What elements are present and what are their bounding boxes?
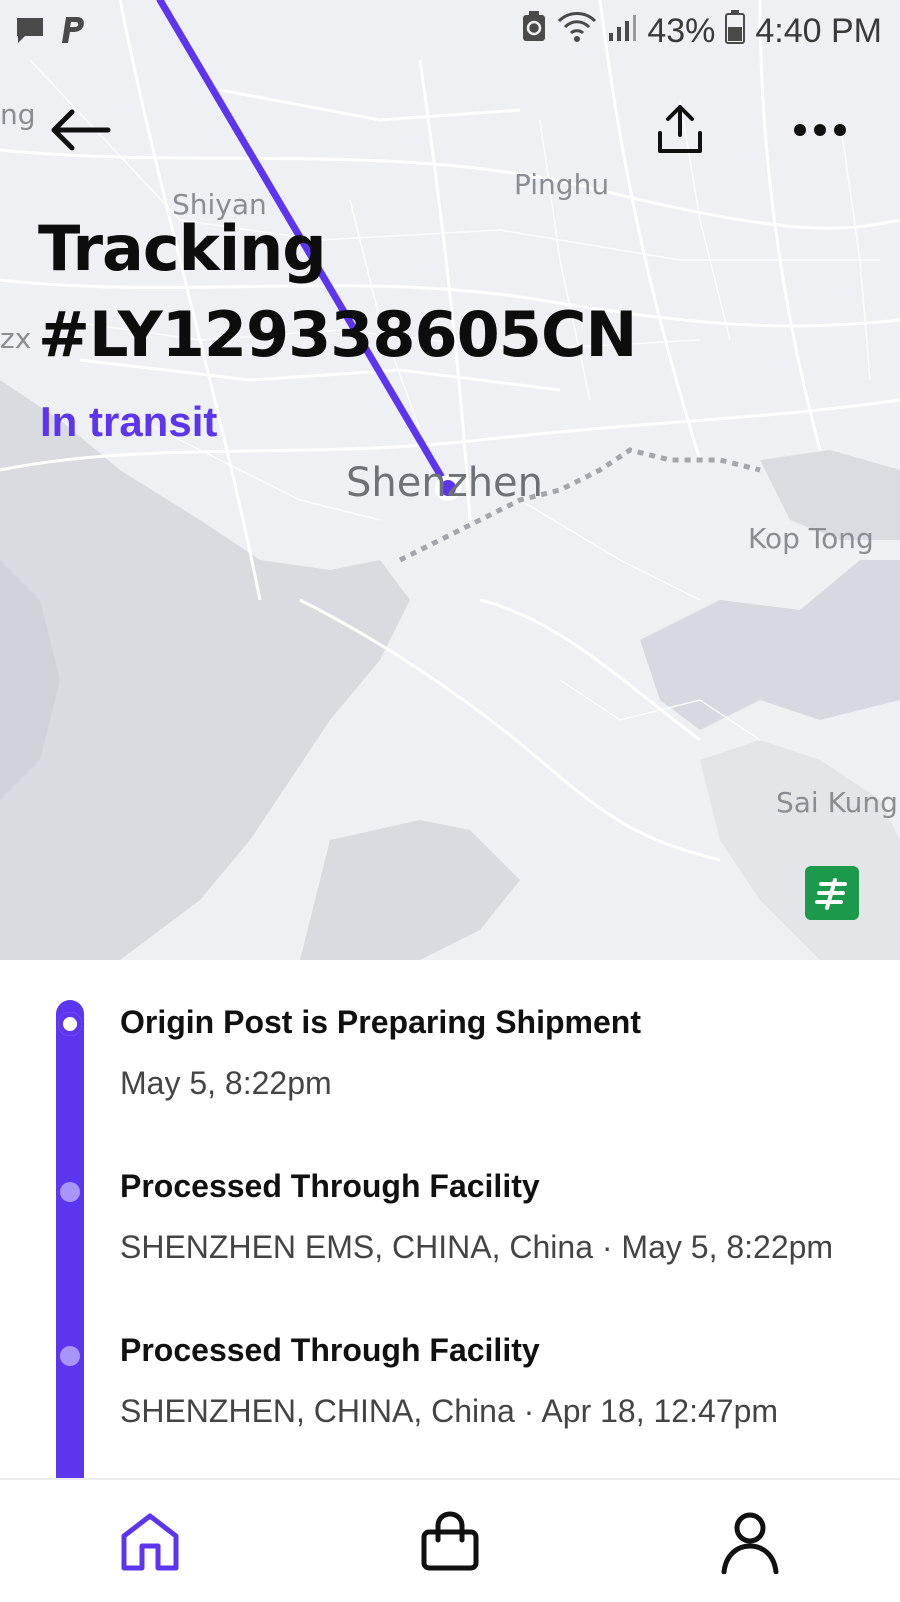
paypal-notification-icon <box>58 14 88 51</box>
map-label-kop-tong: Kop Tong <box>748 522 874 555</box>
clock-time: 4:40 PM <box>755 12 882 50</box>
battery-icon <box>725 10 746 53</box>
timeline-dot-current <box>58 1012 82 1036</box>
event-title: Origin Post is Preparing Shipment <box>120 1004 641 1040</box>
shipment-status: In transit <box>40 398 218 445</box>
more-options-button[interactable] <box>784 94 856 166</box>
signal-icon <box>607 11 637 52</box>
timeline-event: Processed Through Facility SHENZHEN, CHI… <box>120 1332 778 1430</box>
arrow-left-icon <box>51 109 111 151</box>
nav-profile-button[interactable] <box>712 1504 788 1580</box>
event-detail: May 5, 8:22pm <box>120 1065 332 1101</box>
route-map[interactable]: ng Shiyan Pinghu zx Shenzhen Kop Tong Sa… <box>0 0 900 960</box>
nav-shop-button[interactable] <box>412 1504 488 1580</box>
more-dots-icon <box>794 124 846 136</box>
timeline-dot <box>60 1182 80 1202</box>
status-bar: 43% 4:40 PM <box>0 0 900 64</box>
share-button[interactable] <box>644 94 716 166</box>
timeline-dot <box>60 1346 80 1366</box>
back-button[interactable] <box>44 94 116 166</box>
battery-percent: 43% <box>647 12 716 50</box>
timeline-event: Origin Post is Preparing Shipment May 5,… <box>120 1004 641 1102</box>
shopping-bag-icon <box>421 1511 479 1571</box>
map-label-pinghu: Pinghu <box>514 168 610 201</box>
tracking-timeline: Origin Post is Preparing Shipment May 5,… <box>0 960 900 1500</box>
share-upload-icon <box>658 105 702 153</box>
battery-saver-icon <box>521 11 547 52</box>
map-label-sai-kung: Sai Kung <box>776 786 898 819</box>
event-detail: SHENZHEN, CHINA, China · Apr 18, 12:47pm <box>120 1393 779 1429</box>
map-label-shenzhen: Shenzhen <box>346 460 544 506</box>
wifi-icon <box>557 11 597 52</box>
timeline-event: Processed Through Facility SHENZHEN EMS,… <box>120 1168 833 1266</box>
message-notification-icon <box>14 14 46 51</box>
map-label-edge-mid: zx <box>0 322 32 355</box>
event-title: Processed Through Facility <box>120 1168 540 1204</box>
event-detail: SHENZHEN EMS, CHINA, China · May 5, 8:22… <box>120 1229 834 1265</box>
tracking-title: Tracking #LY129338605CN <box>38 212 637 371</box>
profile-icon <box>721 1512 779 1574</box>
bottom-navigation <box>0 1478 900 1602</box>
home-icon <box>121 1513 179 1571</box>
timeline-rail <box>56 1000 84 1500</box>
map-label-edge-top: ng <box>0 98 36 131</box>
china-post-logo-icon <box>805 866 859 920</box>
event-title: Processed Through Facility <box>120 1332 540 1368</box>
nav-home-button[interactable] <box>112 1504 188 1580</box>
